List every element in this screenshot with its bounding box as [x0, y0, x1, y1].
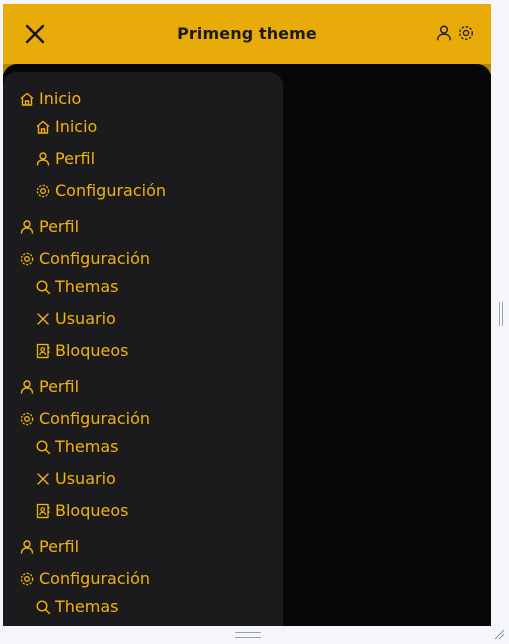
user-icon[interactable] [435, 24, 453, 46]
gear-icon [19, 571, 39, 587]
sidebar-item-label: Bloqueos [55, 501, 129, 520]
search-icon [35, 599, 55, 615]
sidebar-item-label: Themas [55, 597, 119, 616]
sidebar-item[interactable]: Perfil [19, 377, 79, 396]
address-book-icon [35, 343, 55, 359]
gear-icon[interactable] [457, 24, 475, 46]
header-actions [435, 24, 475, 46]
sidebar-item-label: Configuración [39, 569, 151, 588]
sidebar-item[interactable]: Perfil [19, 217, 79, 236]
resize-corner-icon[interactable] [493, 628, 505, 640]
home-icon [35, 119, 55, 135]
sidebar-item[interactable]: Themas [35, 597, 118, 616]
home-icon [19, 91, 39, 107]
sidebar-item[interactable]: Usuario [35, 469, 116, 488]
sidebar-item-label: Perfil [39, 537, 80, 556]
sidebar-item[interactable]: Inicio [35, 117, 97, 136]
search-icon [35, 279, 55, 295]
sidebar-item-label: Perfil [55, 149, 96, 168]
gear-icon [19, 251, 39, 267]
sidebar-item-label: Bloqueos [55, 341, 129, 360]
sidebar-item-label: Configuración [39, 409, 151, 428]
user-icon [35, 151, 55, 167]
sidebar-item[interactable]: Configuración [19, 569, 150, 588]
sidebar-item-label: Themas [55, 277, 119, 296]
sidebar-item[interactable]: Usuario [35, 309, 116, 328]
search-icon [35, 439, 55, 455]
sidebar-item-label: Usuario [55, 469, 116, 488]
user-icon [19, 219, 39, 235]
sidebar-item[interactable]: Bloqueos [35, 341, 128, 360]
address-book-icon [35, 503, 55, 519]
horizontal-resize-handle[interactable] [235, 632, 261, 638]
close-icon [35, 311, 55, 327]
close-icon [35, 471, 55, 487]
sidebar-item[interactable]: Perfil [19, 537, 79, 556]
sidebar-item-label: Usuario [55, 309, 116, 328]
sidebar-item-label: Perfil [39, 377, 80, 396]
sidebar-item[interactable]: Perfil [35, 149, 95, 168]
sidebar-item-label: Perfil [39, 217, 80, 236]
gear-icon [35, 183, 55, 199]
sidebar-item[interactable]: Inicio [19, 89, 81, 108]
sidebar-item[interactable]: Configuración [19, 409, 150, 428]
sidebar-item[interactable]: Themas [35, 277, 118, 296]
sidebar-item[interactable]: Configuración [19, 249, 150, 268]
vertical-resize-handle[interactable] [499, 302, 503, 326]
sidebar-item[interactable]: Bloqueos [35, 501, 128, 520]
user-icon [19, 539, 39, 555]
top-bar: Primeng theme [3, 4, 491, 64]
sidebar-item-label: Inicio [55, 117, 98, 136]
sidebar-item[interactable]: Themas [35, 437, 118, 456]
sidebar-item-label: Inicio [39, 89, 82, 108]
sidebar-item-label: Themas [55, 437, 119, 456]
sidebar-item-label: Configuración [55, 181, 167, 200]
app-window: Primeng theme Inicio Inicio Perfil Configur… [3, 4, 491, 626]
sidebar-item-label: Configuración [39, 249, 151, 268]
user-icon [19, 379, 39, 395]
page-title: Primeng theme [177, 24, 317, 43]
gear-icon [19, 411, 39, 427]
sidebar-item[interactable]: Configuración [35, 181, 166, 200]
